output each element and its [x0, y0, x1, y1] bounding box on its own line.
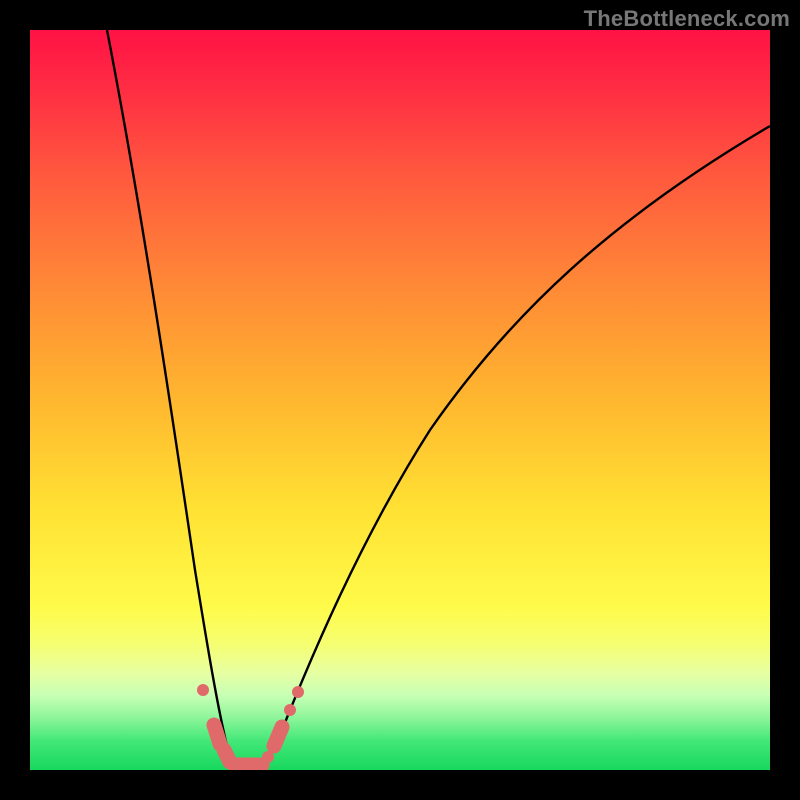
- curve-left: [107, 30, 240, 765]
- chart-frame: TheBottleneck.com: [0, 0, 800, 800]
- highlight-dot: [284, 704, 296, 716]
- highlight-cap: [274, 727, 282, 746]
- curve-layer: [30, 30, 770, 770]
- watermark-text: TheBottleneck.com: [584, 6, 790, 32]
- plot-area: [30, 30, 770, 770]
- highlight-dot: [292, 686, 304, 698]
- highlight-dot: [197, 684, 209, 696]
- highlight-cap: [224, 750, 230, 762]
- curve-right: [258, 126, 770, 765]
- highlight-cap: [214, 725, 220, 744]
